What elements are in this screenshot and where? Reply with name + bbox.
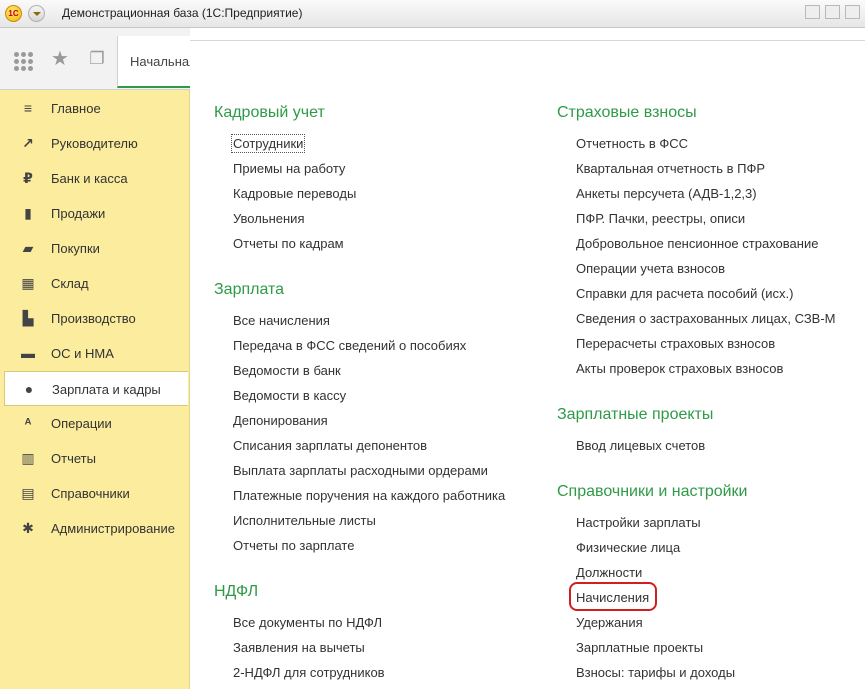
nav-link[interactable]: Ведомости в банк <box>233 363 341 378</box>
nav-link[interactable]: Все документы по НДФЛ <box>233 615 382 630</box>
sidebar-item-label: Операции <box>51 416 112 431</box>
nav-link[interactable]: Отчеты по зарплате <box>233 538 354 553</box>
nav-link[interactable]: Должности <box>576 565 642 580</box>
nav-link[interactable]: Сотрудники <box>230 134 306 153</box>
sidebar-item-label: Склад <box>51 276 89 291</box>
nav-link[interactable]: Выплата зарплаты расходными ордерами <box>233 463 488 478</box>
nav-link[interactable]: Зарплатные проекты <box>576 640 703 655</box>
trend-icon: ↗ <box>22 135 34 151</box>
sidebar-item-label: Продажи <box>51 206 106 221</box>
sidebar-item[interactable]: ● Зарплата и кадры <box>4 371 188 406</box>
apps-grid-icon[interactable] <box>14 52 34 72</box>
sidebar-item[interactable]: ▦ Склад <box>4 266 188 301</box>
menu-icon: ≡ <box>23 100 33 116</box>
book-icon: ▤ <box>21 485 35 501</box>
sidebar-item-label: Администрирование <box>51 521 175 536</box>
nav-link[interactable]: Справки для расчета пособий (исх.) <box>576 286 793 301</box>
tab-home[interactable]: Начальная <box>117 36 196 88</box>
nav-link[interactable]: Физические лица <box>576 540 680 555</box>
sidebar-item-label: Справочники <box>51 486 130 501</box>
sidebar-item-label: Производство <box>51 311 136 326</box>
sidebar-item[interactable]: ▤ Справочники <box>4 476 188 511</box>
title-bar: 1С Демонстрационная база (1С:Предприятие… <box>0 0 865 28</box>
sections-sidebar: ≡ Главное ↗ Руководителю ₽ Банк и касса ▮ Прода… <box>0 90 190 689</box>
sidebar-item[interactable]: ▰ Покупки <box>4 231 188 266</box>
history-icon[interactable]: ❐ <box>86 48 108 70</box>
nav-link[interactable]: Акты проверок страховых взносов <box>576 361 783 376</box>
nav-link[interactable]: Сведения о застрахованных лицах, СЗВ-М <box>576 311 836 326</box>
sidebar-item[interactable]: ▮ Продажи <box>4 196 188 231</box>
section-title: Кадровый учет <box>214 104 325 121</box>
nav-link[interactable]: Ведомости в кассу <box>233 388 346 403</box>
sidebar-item[interactable]: ✱ Администрирование <box>4 511 188 546</box>
nav-link[interactable]: Отчеты по кадрам <box>233 236 344 251</box>
nav-link[interactable]: Заявления на вычеты <box>233 640 365 655</box>
nav-link[interactable]: Приемы на работу <box>233 161 345 176</box>
section-title: Страховые взносы <box>557 104 697 121</box>
sidebar-item[interactable]: ᴬ Операции <box>4 406 188 441</box>
window-title: Демонстрационная база (1С:Предприятие) <box>62 6 303 20</box>
nav-link[interactable]: Квартальная отчетность в ПФР <box>576 161 765 176</box>
nav-link[interactable]: Все начисления <box>233 313 330 328</box>
nav-link[interactable]: Настройки зарплаты <box>576 515 701 530</box>
nav-link[interactable]: Исполнительные листы <box>233 513 376 528</box>
nav-link[interactable]: ПФР. Пачки, реестры, описи <box>576 211 745 226</box>
nav-link[interactable]: Взносы: тарифы и доходы <box>576 665 735 680</box>
gear-icon: ✱ <box>22 520 34 536</box>
nav-link[interactable]: Кадровые переводы <box>233 186 356 201</box>
sidebar-item[interactable]: ▙ Производство <box>4 301 188 336</box>
person-icon: ● <box>24 381 34 397</box>
sidebar-item[interactable]: ₽ Банк и касса <box>4 161 188 196</box>
nav-link[interactable]: Передача в ФСС сведений о пособиях <box>233 338 466 353</box>
tab-home-label: Начальная <box>130 54 197 69</box>
app-logo: 1С <box>5 5 22 22</box>
window-restore-icon[interactable] <box>825 5 840 19</box>
sidebar-item-label: Отчеты <box>51 451 96 466</box>
sidebar-item[interactable]: ≡ Главное <box>4 91 188 126</box>
nav-link[interactable]: Операции учета взносов <box>576 261 725 276</box>
nav-link[interactable]: Увольнения <box>233 211 304 226</box>
bag-icon: ▮ <box>24 205 32 221</box>
main-menu-button[interactable] <box>28 5 45 22</box>
truck-icon: ▬ <box>21 345 35 361</box>
sidebar-item-label: Главное <box>51 101 101 116</box>
nav-link[interactable]: Удержания <box>576 615 643 630</box>
nav-link[interactable]: Добровольное пенсионное страхование <box>576 236 818 251</box>
cart-icon: ▰ <box>22 240 34 256</box>
favorites-star-icon[interactable]: ★ <box>49 48 71 70</box>
sidebar-item[interactable]: ▬ ОС и НМА <box>4 336 188 371</box>
nav-link[interactable]: 2-НДФЛ для сотрудников <box>233 665 385 680</box>
nav-link[interactable]: Депонирования <box>233 413 328 428</box>
window-extra-icon[interactable] <box>845 5 860 19</box>
sidebar-item[interactable]: ↗ Руководителю <box>4 126 188 161</box>
sidebar-item-label: ОС и НМА <box>51 346 114 361</box>
bar-chart-icon: ▥ <box>21 450 35 466</box>
red-highlight-annotation <box>569 582 657 611</box>
sidebar-item-label: Банк и касса <box>51 171 128 186</box>
sidebar-item[interactable]: ▥ Отчеты <box>4 441 188 476</box>
sidebar-item-label: Зарплата и кадры <box>52 382 161 397</box>
factory-icon: ▙ <box>22 310 34 326</box>
nav-link[interactable]: Платежные поручения на каждого работника <box>233 488 505 503</box>
nav-link[interactable]: Анкеты персучета (АДВ-1,2,3) <box>576 186 757 201</box>
section-title: Зарплата <box>214 281 285 298</box>
nav-link[interactable]: Отчетность в ФСС <box>576 136 688 151</box>
operations-icon: ᴬ <box>24 415 32 431</box>
ruble-icon: ₽ <box>23 170 33 186</box>
section-title: Справочники и настройки <box>557 483 748 500</box>
warehouse-icon: ▦ <box>21 275 35 291</box>
section-title: Зарплатные проекты <box>557 406 714 423</box>
nav-link[interactable]: Перерасчеты страховых взносов <box>576 336 775 351</box>
nav-link[interactable]: Ввод лицевых счетов <box>576 438 705 453</box>
save-icon[interactable] <box>805 5 820 19</box>
nav-link[interactable]: Списания зарплаты депонентов <box>233 438 427 453</box>
section-title: НДФЛ <box>214 583 259 600</box>
sidebar-item-label: Покупки <box>51 241 100 256</box>
sidebar-item-label: Руководителю <box>51 136 138 151</box>
